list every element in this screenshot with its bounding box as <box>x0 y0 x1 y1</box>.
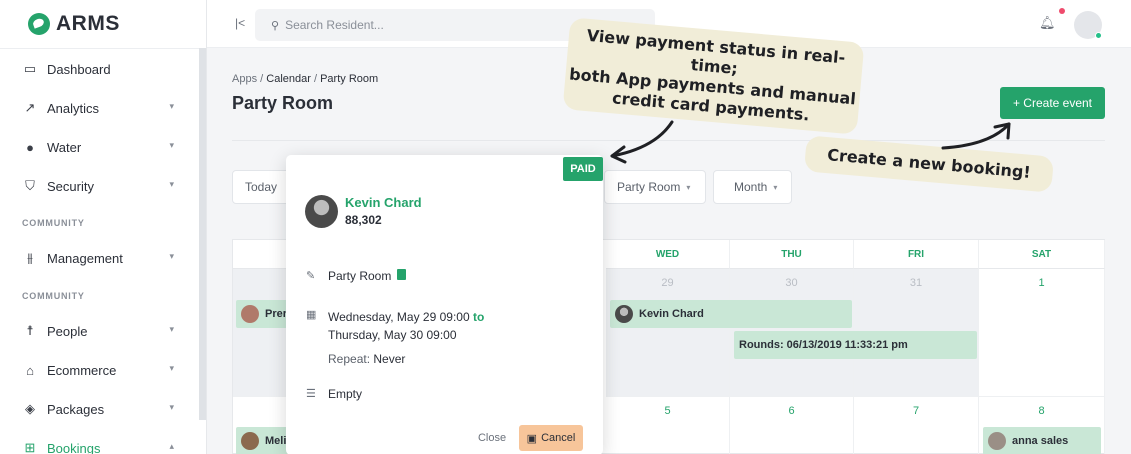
callout-arrows <box>610 120 1011 164</box>
app: ARMS ▭ Dashboard ↗ Analytics ▾ ● Water ▾… <box>0 0 1131 454</box>
